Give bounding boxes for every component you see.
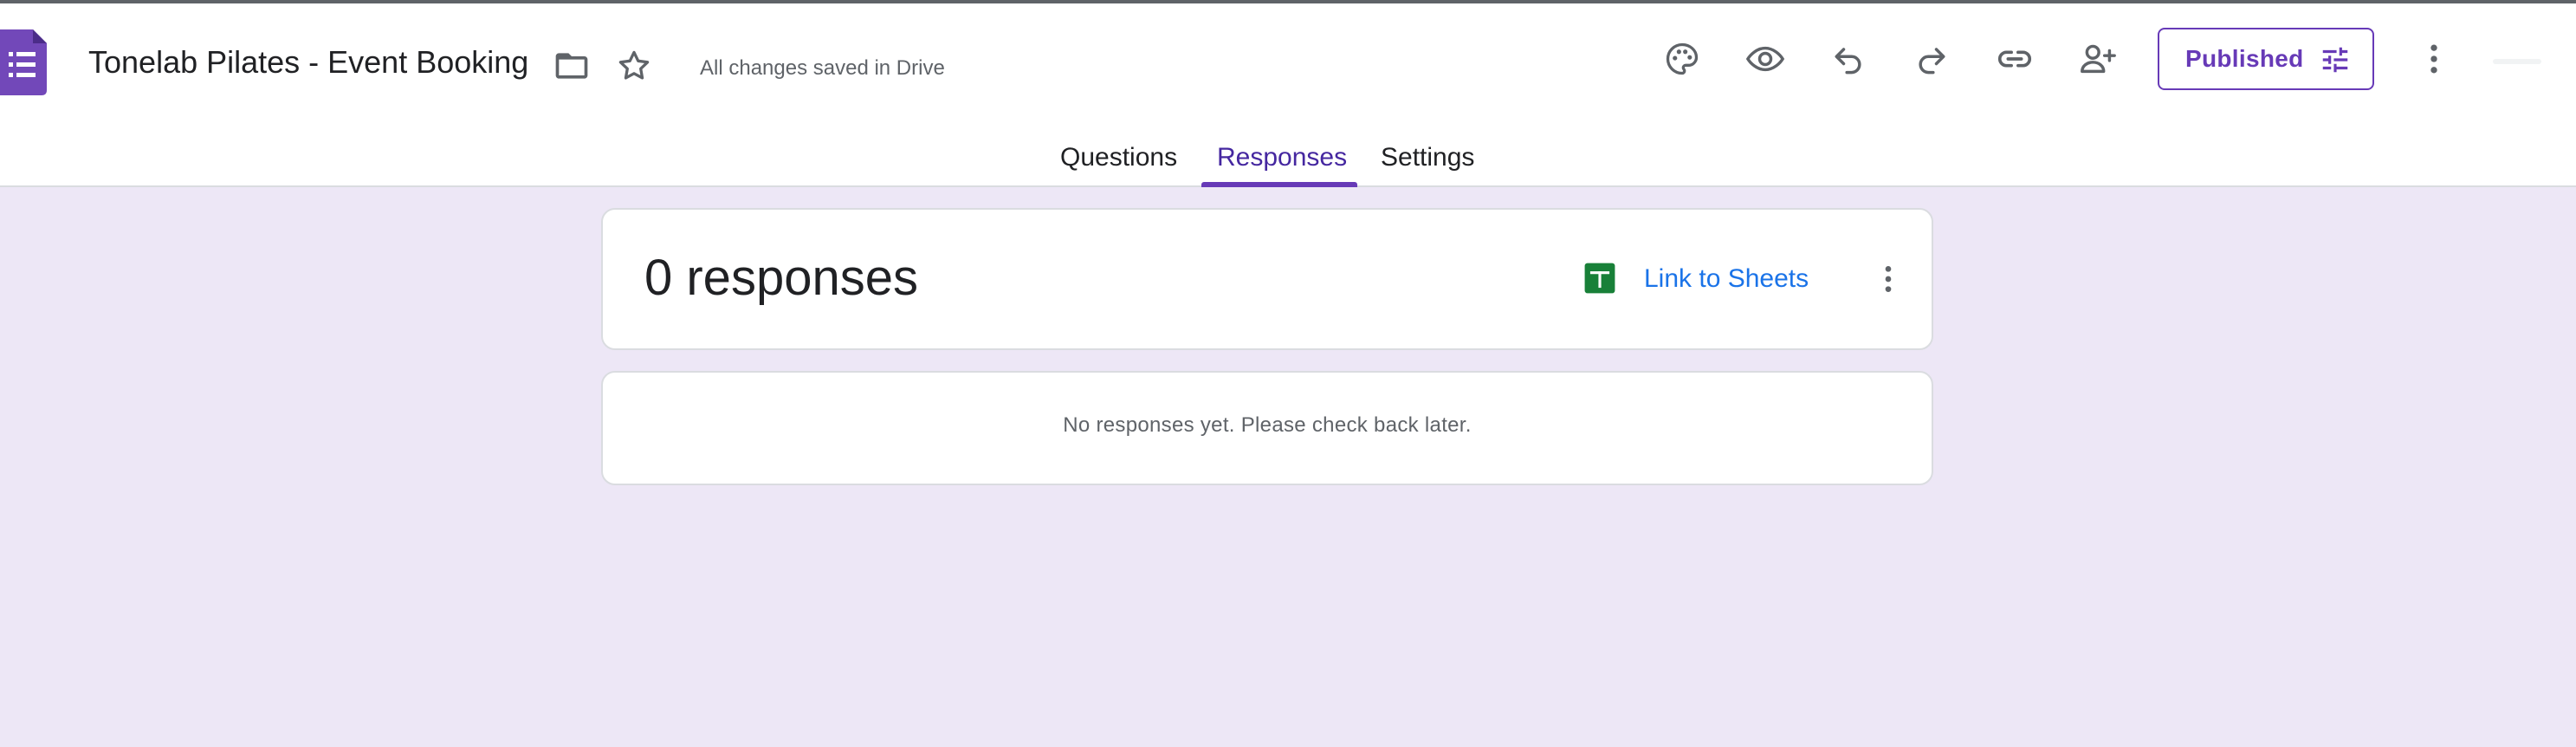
published-label: Published	[2185, 45, 2304, 72]
person-add-icon[interactable]	[2072, 33, 2124, 85]
eye-icon[interactable]	[1739, 33, 1791, 85]
empty-state-card: No responses yet. Please check back late…	[601, 371, 1933, 485]
more-vert-icon	[1885, 266, 1892, 292]
folder-icon[interactable]	[546, 40, 598, 92]
link-icon[interactable]	[1989, 33, 2041, 85]
sheets-icon[interactable]	[1583, 262, 1616, 295]
tab-settings[interactable]: Settings	[1381, 142, 1474, 173]
responses-count: 0 responses	[644, 250, 918, 306]
tune-icon	[2322, 47, 2348, 73]
more-vert-icon[interactable]	[2408, 33, 2460, 85]
document-title[interactable]: Tonelab Pilates - Event Booking	[88, 43, 528, 81]
responses-summary-card: 0 responses Link to Sheets	[601, 208, 1933, 350]
tab-questions[interactable]: Questions	[1060, 142, 1177, 173]
app-header: Tonelab Pilates - Event Booking All chan…	[0, 3, 2576, 187]
forms-logo-icon[interactable]	[0, 29, 47, 95]
published-button[interactable]: Published	[2158, 28, 2374, 90]
active-tab-indicator	[1201, 182, 1357, 187]
undo-icon[interactable]	[1822, 33, 1874, 85]
star-icon[interactable]	[608, 40, 660, 92]
link-to-sheets-button[interactable]: Link to Sheets	[1644, 263, 1809, 295]
responses-more-button[interactable]	[1864, 255, 1913, 303]
account-avatar[interactable]	[2493, 59, 2541, 64]
palette-icon[interactable]	[1656, 33, 1708, 85]
redo-icon[interactable]	[1906, 33, 1958, 85]
tab-responses[interactable]: Responses	[1217, 142, 1347, 173]
save-status: All changes saved in Drive	[700, 56, 945, 80]
empty-state-message: No responses yet. Please check back late…	[1063, 413, 1472, 437]
